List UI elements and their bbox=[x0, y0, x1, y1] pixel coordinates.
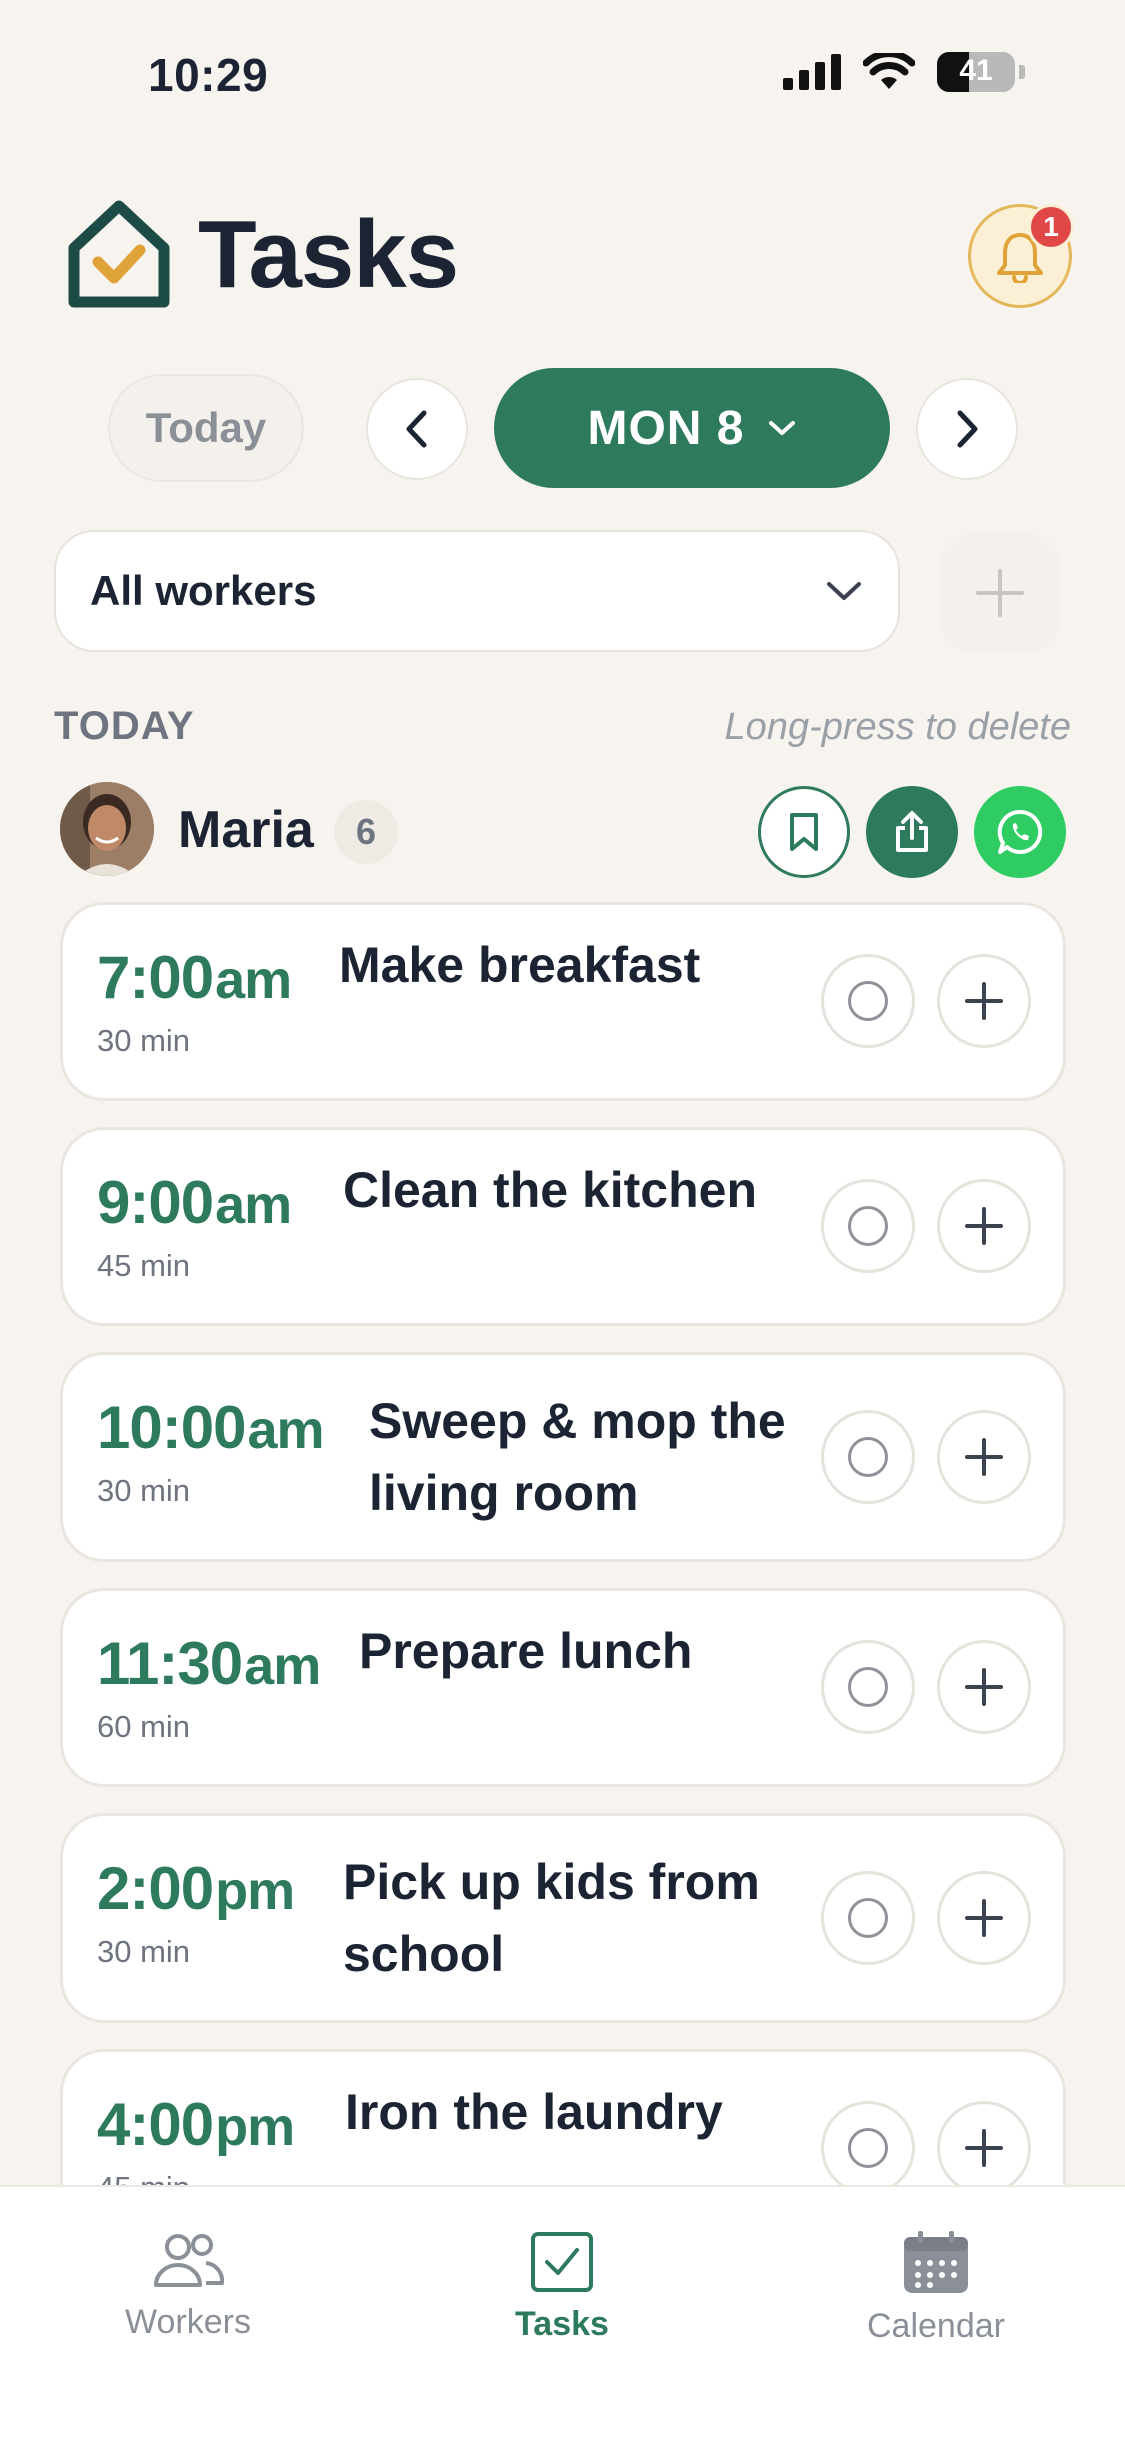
plus-icon bbox=[976, 569, 1024, 617]
section-hint: Long-press to delete bbox=[724, 706, 1071, 748]
add-task-button[interactable] bbox=[940, 534, 1060, 652]
share-button[interactable] bbox=[866, 786, 958, 878]
house-check-icon bbox=[68, 200, 170, 308]
plus-icon bbox=[965, 1668, 1003, 1706]
bookmark-button[interactable] bbox=[758, 786, 850, 878]
tab-bar: Workers Tasks Calendar bbox=[0, 2185, 1125, 2438]
task-title: Make breakfast bbox=[339, 937, 701, 993]
worker-filter-value: All workers bbox=[90, 567, 317, 614]
task-duration: 30 min bbox=[97, 1473, 191, 1508]
task-title: Sweep & mop the living room bbox=[369, 1393, 786, 1521]
circle-icon bbox=[848, 1898, 888, 1938]
complete-task-button[interactable] bbox=[821, 2101, 915, 2185]
expand-task-button[interactable] bbox=[937, 1179, 1031, 1273]
circle-icon bbox=[848, 1667, 888, 1707]
plus-icon bbox=[965, 1438, 1003, 1476]
today-button[interactable]: Today bbox=[108, 374, 304, 482]
task-time: 2:00pm bbox=[97, 1855, 295, 1922]
task-time: 10:00am bbox=[97, 1394, 325, 1461]
complete-task-button[interactable] bbox=[821, 954, 915, 1048]
chevron-left-icon bbox=[406, 410, 427, 448]
circle-icon bbox=[848, 1437, 888, 1477]
complete-task-button[interactable] bbox=[821, 1871, 915, 1965]
calendar-icon bbox=[904, 2231, 968, 2293]
tab-tasks-label: Tasks bbox=[515, 2305, 609, 2343]
notification-badge: 1 bbox=[1028, 204, 1074, 250]
task-card[interactable]: 11:30am 60 min Prepare lunch bbox=[60, 1588, 1066, 1787]
complete-task-button[interactable] bbox=[821, 1640, 915, 1734]
task-time: 11:30am bbox=[97, 1630, 321, 1697]
task-time: 9:00am bbox=[97, 1169, 292, 1236]
signal-icon bbox=[783, 54, 841, 90]
complete-task-button[interactable] bbox=[821, 1179, 915, 1273]
checkbox-icon bbox=[531, 2232, 593, 2292]
battery-icon: 41 bbox=[937, 52, 1015, 92]
task-card[interactable]: 7:00am 30 min Make breakfast bbox=[60, 902, 1066, 1101]
task-title: Prepare lunch bbox=[359, 1623, 693, 1679]
avatar[interactable] bbox=[60, 782, 154, 876]
people-icon bbox=[154, 2234, 225, 2287]
tab-calendar-label: Calendar bbox=[867, 2307, 1005, 2345]
circle-icon bbox=[848, 981, 888, 1021]
task-duration: 45 min bbox=[97, 2170, 190, 2185]
current-date-label: MON 8 bbox=[587, 401, 745, 455]
battery-level: 41 bbox=[959, 54, 993, 87]
status-icons: 41 bbox=[783, 52, 1025, 92]
plus-icon bbox=[965, 1207, 1003, 1245]
task-list[interactable]: 7:00am 30 min Make breakfast 9:00am 45 m… bbox=[60, 902, 1066, 2185]
date-picker-button[interactable]: MON 8 bbox=[494, 368, 890, 488]
tab-calendar[interactable]: Calendar bbox=[816, 2231, 1056, 2346]
circle-icon bbox=[848, 2128, 888, 2168]
task-card[interactable]: 9:00am 45 min Clean the kitchen bbox=[60, 1127, 1066, 1326]
task-duration: 30 min bbox=[97, 1023, 191, 1058]
worker-name: Maria bbox=[178, 801, 314, 859]
plus-icon bbox=[965, 2129, 1003, 2167]
task-duration: 30 min bbox=[97, 1934, 191, 1969]
chevron-down-icon bbox=[768, 421, 795, 435]
previous-day-button[interactable] bbox=[366, 378, 468, 480]
tab-workers-label: Workers bbox=[125, 2303, 251, 2341]
task-card[interactable]: 2:00pm 30 min Pick up kids from school bbox=[60, 1813, 1066, 2023]
task-card[interactable]: 4:00pm 45 min Iron the laundry bbox=[60, 2049, 1066, 2185]
task-duration: 45 min bbox=[97, 1248, 191, 1283]
task-title: Iron the laundry bbox=[345, 2084, 723, 2140]
bookmark-icon bbox=[790, 813, 818, 851]
task-time: 7:00am bbox=[97, 944, 292, 1011]
expand-task-button[interactable] bbox=[937, 1640, 1031, 1734]
task-time: 4:00pm bbox=[97, 2091, 295, 2158]
tab-tasks[interactable]: Tasks bbox=[442, 2231, 682, 2344]
share-icon bbox=[896, 811, 928, 852]
expand-task-button[interactable] bbox=[937, 1871, 1031, 1965]
plus-icon bbox=[965, 982, 1003, 1020]
task-card[interactable]: 10:00am 30 min Sweep & mop the living ro… bbox=[60, 1352, 1066, 1562]
wifi-icon bbox=[863, 53, 915, 89]
complete-task-button[interactable] bbox=[821, 1410, 915, 1504]
task-duration: 60 min bbox=[97, 1709, 191, 1744]
chevron-right-icon bbox=[957, 410, 978, 448]
page-title: Tasks bbox=[198, 201, 459, 308]
expand-task-button[interactable] bbox=[937, 2101, 1031, 2185]
next-day-button[interactable] bbox=[916, 378, 1018, 480]
expand-task-button[interactable] bbox=[937, 954, 1031, 1048]
task-title: Clean the kitchen bbox=[343, 1162, 757, 1218]
section-label: TODAY bbox=[54, 704, 195, 748]
circle-icon bbox=[848, 1206, 888, 1246]
worker-filter-select[interactable]: All workers bbox=[54, 530, 900, 652]
chevron-down-icon bbox=[827, 582, 861, 600]
status-time: 10:29 bbox=[148, 49, 269, 101]
worker-photo bbox=[60, 782, 154, 876]
whatsapp-button[interactable] bbox=[974, 786, 1066, 878]
task-title: Pick up kids from school bbox=[343, 1854, 760, 1982]
plus-icon bbox=[965, 1899, 1003, 1937]
whatsapp-icon bbox=[997, 809, 1043, 854]
tab-workers[interactable]: Workers bbox=[68, 2231, 308, 2342]
expand-task-button[interactable] bbox=[937, 1410, 1031, 1504]
worker-task-count-badge: 6 bbox=[334, 800, 398, 864]
